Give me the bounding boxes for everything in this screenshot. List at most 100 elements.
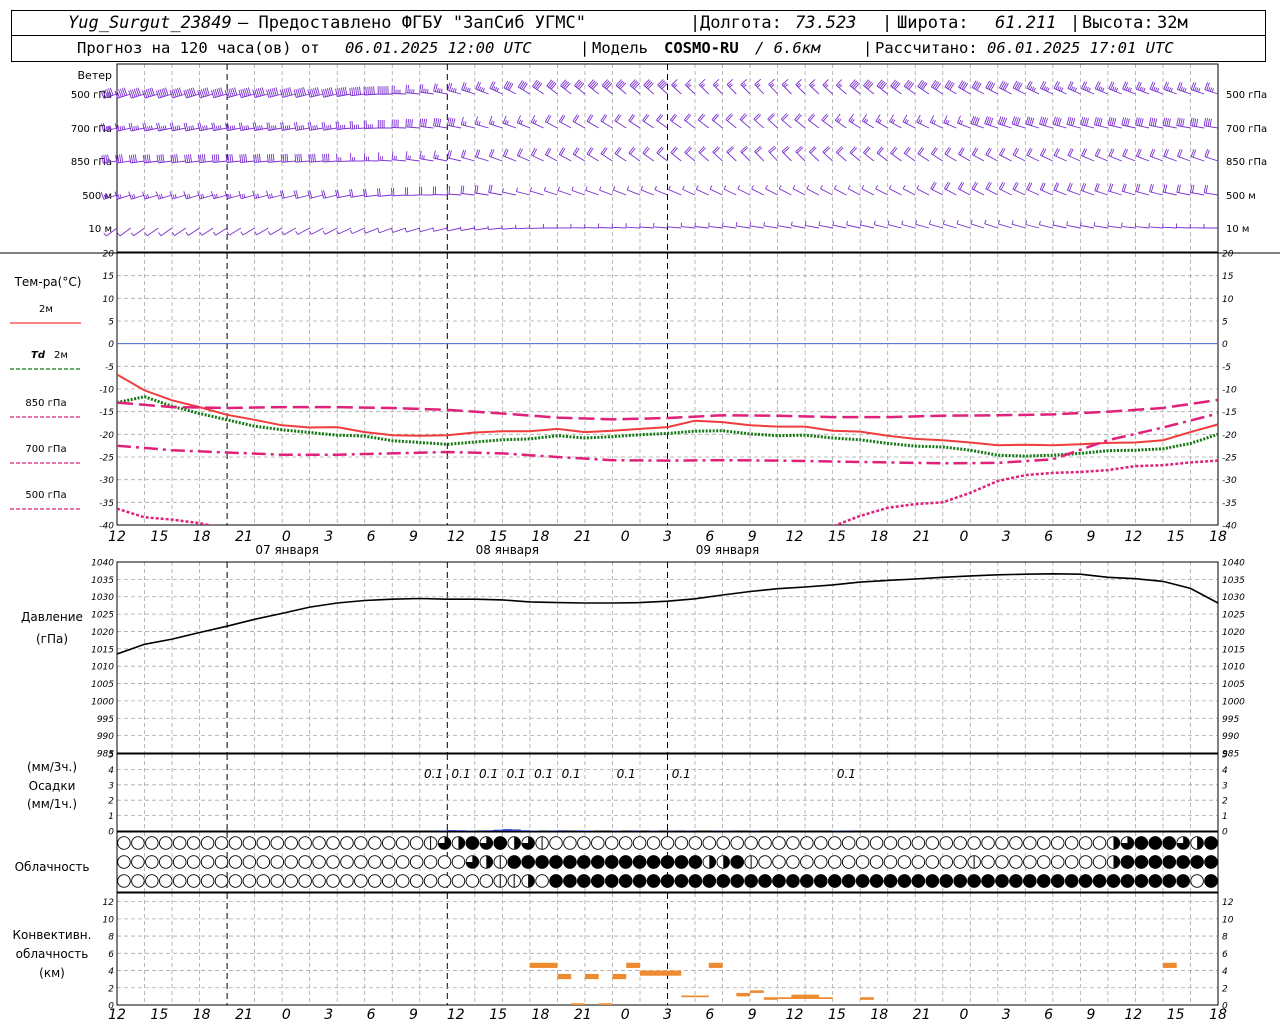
cloud-circle-full xyxy=(660,855,675,869)
cloud-symbol xyxy=(368,836,382,850)
wind-barb xyxy=(128,122,145,132)
wind-barb xyxy=(611,223,627,229)
wind-barb xyxy=(252,87,269,99)
conv-bar xyxy=(791,994,819,999)
wind-barb xyxy=(197,154,214,164)
cloud-symbol xyxy=(382,855,396,869)
x-tick-label: 0 xyxy=(959,1007,968,1023)
wind-barb xyxy=(515,187,531,196)
y-tick-label-right: 4 xyxy=(1222,766,1228,776)
cloud-circle xyxy=(1078,855,1093,869)
cloud-symbol xyxy=(786,855,800,869)
y-tick-label-right: 8 xyxy=(1222,933,1228,943)
wind-barb xyxy=(1122,81,1136,95)
precipitation-panel: (мм/3ч.) Осадки (мм/1ч.) 0.1 0.1 0.1 0.1 0.1… xyxy=(27,760,856,831)
wind-barb xyxy=(210,87,228,99)
wind-barb xyxy=(1190,81,1205,95)
cloud-circle-full xyxy=(507,855,521,869)
cloud-symbol xyxy=(172,836,187,850)
wind-barb xyxy=(1121,183,1136,196)
cloud-symbol xyxy=(953,874,967,888)
cloud-symbol xyxy=(326,874,340,888)
cloud-symbol xyxy=(995,836,1009,850)
cloud-circle xyxy=(242,855,257,869)
x-tick-label: 9 xyxy=(409,529,418,545)
wind-barb xyxy=(781,78,792,95)
wind-barb xyxy=(599,186,613,196)
wind-barb xyxy=(460,149,475,162)
cloud-circle xyxy=(814,836,828,850)
wind-barb xyxy=(1163,81,1177,95)
cloud-symbol xyxy=(214,874,229,888)
cloud-symbol xyxy=(270,874,285,888)
cloud-circle xyxy=(437,874,452,888)
cloud-circle-full xyxy=(605,874,619,888)
wind-barb xyxy=(970,115,985,129)
wind-barb xyxy=(1135,148,1150,162)
wind-barb xyxy=(238,87,255,99)
wind-barb xyxy=(405,84,420,95)
wind-barb xyxy=(997,116,1012,129)
cloud-symbol xyxy=(256,855,271,869)
wind-barb xyxy=(363,227,379,234)
precip-bar xyxy=(575,830,585,831)
wind-barb xyxy=(391,85,407,95)
wind-barb xyxy=(1039,116,1053,129)
wind-barb xyxy=(293,87,310,98)
wind-barb xyxy=(307,87,324,98)
conv-bar xyxy=(860,997,874,1000)
cloud-circle xyxy=(1190,874,1204,888)
wind-barb xyxy=(530,114,544,129)
cloud-symbol xyxy=(855,874,870,888)
cloud-circle xyxy=(646,836,661,850)
y-tick-label: 990 xyxy=(97,732,114,742)
cloud-circle xyxy=(1064,855,1079,869)
cloud-symbol xyxy=(786,836,800,850)
cloud-symbol xyxy=(1134,874,1149,888)
wind-barb xyxy=(572,114,586,129)
wind-barb xyxy=(515,224,530,230)
wind-barb xyxy=(156,154,173,164)
cloud-symbol xyxy=(340,836,354,850)
cloud-symbol xyxy=(688,836,703,850)
precip-label: 0.1 xyxy=(534,767,553,781)
y-tick-label: 4 xyxy=(108,766,114,776)
cloud-circle xyxy=(827,836,842,850)
wind-barb xyxy=(572,147,586,162)
cloud-circle xyxy=(131,836,145,850)
wind-barb xyxy=(1203,117,1219,129)
wind-barb xyxy=(958,147,971,162)
y-tick-label: 15 xyxy=(103,272,115,282)
cloud-symbol xyxy=(465,855,480,869)
cloud-symbol xyxy=(493,874,508,888)
cloud-circle xyxy=(256,855,271,869)
cloud-circle xyxy=(145,836,159,850)
cloud-circle xyxy=(395,874,410,888)
cloud-symbol xyxy=(897,874,912,888)
wind-barb xyxy=(889,114,902,129)
cloud-circle xyxy=(744,836,758,850)
day-label: 08 января xyxy=(476,543,539,557)
wind-barb xyxy=(169,122,186,132)
cloud-symbol xyxy=(437,836,452,850)
wind-barb xyxy=(846,220,861,229)
cloud-symbol xyxy=(423,836,438,850)
wind-barb xyxy=(834,113,847,129)
cloud-circle xyxy=(382,855,396,869)
wind-barb xyxy=(902,114,916,129)
wind-barb xyxy=(267,227,283,236)
wind-barb xyxy=(254,227,269,236)
cloud-circle xyxy=(800,855,814,869)
cloud-circle xyxy=(117,836,131,850)
cloud-symbol xyxy=(591,836,605,850)
cloud-circle-full xyxy=(618,874,633,888)
wind-barb xyxy=(1162,223,1177,229)
cloud-circle xyxy=(186,836,201,850)
wind-barb xyxy=(780,113,792,129)
wind-barb xyxy=(238,122,255,132)
cloud-symbol xyxy=(395,855,410,869)
wind-barb xyxy=(739,113,751,129)
wind-barb xyxy=(629,79,641,95)
cloud-symbol xyxy=(340,855,354,869)
cloud-symbol xyxy=(145,836,159,850)
